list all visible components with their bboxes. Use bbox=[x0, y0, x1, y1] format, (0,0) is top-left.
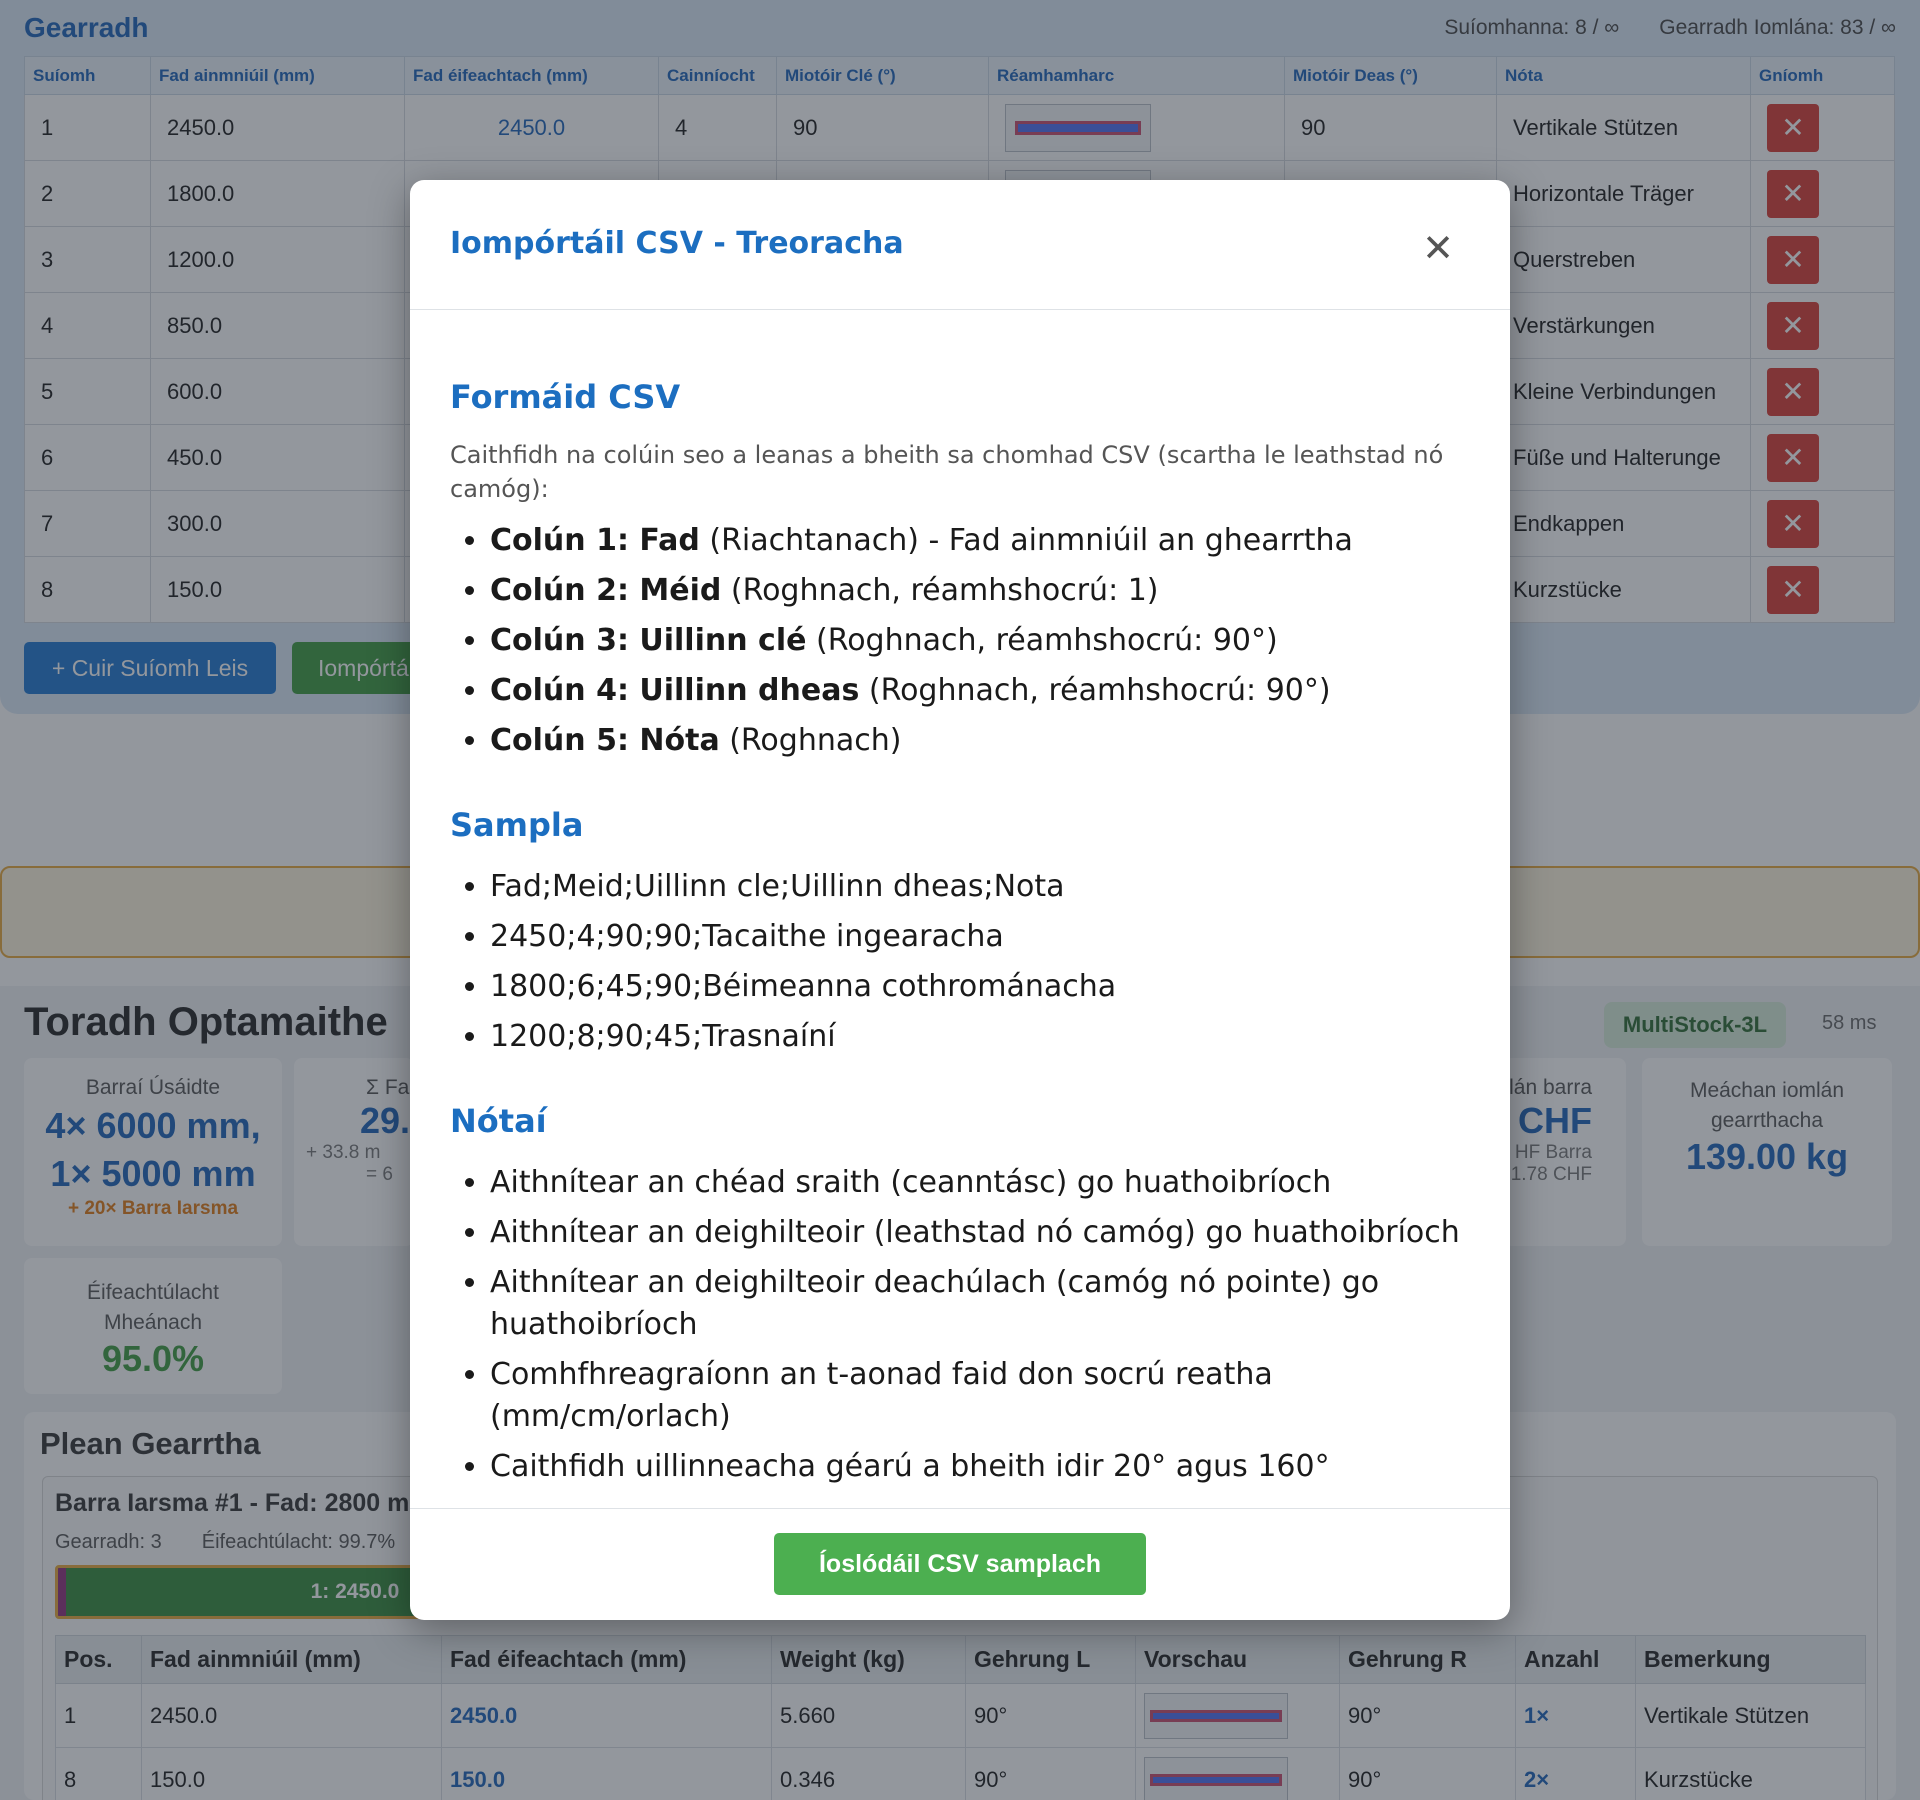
list-item: Colún 3: Uillinn clé (Roghnach, réamhsho… bbox=[490, 620, 1470, 662]
list-item: Colún 5: Nóta (Roghnach) bbox=[490, 720, 1470, 762]
list-item: Fad;Meid;Uillinn cle;Uillinn dheas;Nota bbox=[490, 866, 1470, 908]
close-icon[interactable]: ✕ bbox=[1418, 228, 1458, 268]
list-item: 2450;4;90;90;Tacaithe ingearacha bbox=[490, 916, 1470, 958]
modal-body: Formáid CSV Caithfidh na colúin seo a le… bbox=[450, 378, 1470, 1532]
column-desc: (Roghnach, réamhshocrú: 90°) bbox=[806, 623, 1278, 658]
list-item: Colún 4: Uillinn dheas (Roghnach, réamhs… bbox=[490, 670, 1470, 712]
column-desc: (Roghnach, réamhshocrú: 90°) bbox=[859, 673, 1331, 708]
list-item: 1800;6;45;90;Béimeanna cothrománacha bbox=[490, 966, 1470, 1008]
column-desc: (Roghnach) bbox=[719, 723, 902, 758]
notes-heading: Nótaí bbox=[450, 1102, 547, 1140]
column-name: Colún 2: Méid bbox=[490, 573, 722, 608]
modal-header: Iompórtáil CSV - Treoracha ✕ bbox=[410, 180, 1510, 310]
notes-list: Aithnítear an chéad sraith (ceanntásc) g… bbox=[450, 1162, 1470, 1488]
csv-import-modal: Iompórtáil CSV - Treoracha ✕ Formáid CSV… bbox=[410, 180, 1510, 1620]
list-item: Aithnítear an chéad sraith (ceanntásc) g… bbox=[490, 1162, 1470, 1204]
column-desc: (Riachtanach) - Fad ainmniúil an ghearrt… bbox=[699, 523, 1353, 558]
sample-list: Fad;Meid;Uillinn cle;Uillinn dheas;Nota … bbox=[450, 866, 1470, 1058]
column-name: Colún 5: Nóta bbox=[490, 723, 720, 758]
sample-heading: Sampla bbox=[450, 806, 584, 844]
list-item: Caithfidh uillinneacha géarú a bheith id… bbox=[490, 1446, 1470, 1488]
column-desc: (Roghnach, réamhshocrú: 1) bbox=[721, 573, 1159, 608]
list-item: Comhfhreagraíonn an t-aonad faid don soc… bbox=[490, 1354, 1470, 1438]
list-item: Colún 2: Méid (Roghnach, réamhshocrú: 1) bbox=[490, 570, 1470, 612]
list-item: Colún 1: Fad (Riachtanach) - Fad ainmniú… bbox=[490, 520, 1470, 562]
column-name: Colún 1: Fad bbox=[490, 523, 700, 558]
download-sample-csv-button[interactable]: Íoslódáil CSV samplach bbox=[774, 1533, 1146, 1595]
list-item: Aithnítear an deighilteoir deachúlach (c… bbox=[490, 1262, 1470, 1346]
modal-footer: Íoslódáil CSV samplach bbox=[410, 1508, 1510, 1620]
column-name: Colún 4: Uillinn dheas bbox=[490, 673, 860, 708]
column-list: Colún 1: Fad (Riachtanach) - Fad ainmniú… bbox=[450, 520, 1470, 762]
list-item: 1200;8;90;45;Trasnaíní bbox=[490, 1016, 1470, 1058]
column-name: Colún 3: Uillinn clé bbox=[490, 623, 807, 658]
format-intro: Caithfidh na colúin seo a leanas a bheit… bbox=[450, 441, 1444, 503]
list-item: Aithnítear an deighilteoir (leathstad nó… bbox=[490, 1212, 1470, 1254]
modal-title: Iompórtáil CSV - Treoracha bbox=[450, 226, 904, 261]
format-heading: Formáid CSV bbox=[450, 378, 681, 416]
